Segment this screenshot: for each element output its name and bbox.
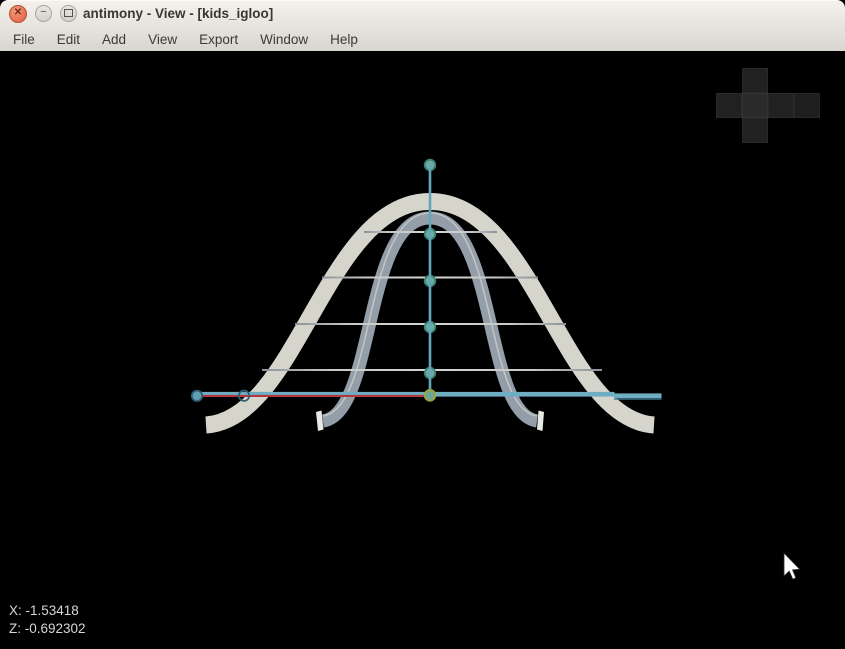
- view-cube-face-bottom[interactable]: [742, 118, 768, 143]
- window-header: ✕ − antimony - View - [kids_igloo] File …: [0, 0, 845, 51]
- minimize-icon: −: [40, 6, 47, 18]
- base-axis-underline: [614, 398, 662, 400]
- window-title: antimony - View - [kids_igloo]: [83, 6, 274, 21]
- coordinate-z: Z: -0.692302: [9, 620, 86, 636]
- minimize-button[interactable]: −: [35, 5, 52, 22]
- antimony-window: ✕ − antimony - View - [kids_igloo] File …: [0, 0, 845, 649]
- cursor-coordinates: X: -1.53418 Z: -0.692302: [9, 602, 86, 637]
- view-cube-face-front[interactable]: [742, 93, 768, 118]
- close-button[interactable]: ✕: [9, 4, 27, 23]
- base-axis-line-right[interactable]: [614, 393, 662, 399]
- close-icon: ✕: [13, 7, 23, 18]
- view-cube-face-right[interactable]: [768, 93, 794, 118]
- inner-arch-foot-tab-left: [316, 410, 324, 431]
- menu-edit[interactable]: Edit: [46, 29, 91, 50]
- maximize-icon: [64, 8, 73, 17]
- menu-export[interactable]: Export: [188, 29, 249, 50]
- menu-view[interactable]: View: [137, 29, 188, 50]
- menu-file[interactable]: File: [2, 29, 46, 50]
- maximize-button[interactable]: [60, 5, 77, 22]
- menu-add[interactable]: Add: [91, 29, 137, 50]
- coordinate-x: X: -1.53418: [9, 603, 79, 618]
- titlebar[interactable]: ✕ − antimony - View - [kids_igloo]: [0, 0, 845, 27]
- menubar: File Edit Add View Export Window Help: [0, 27, 845, 51]
- vertical-axis-line[interactable]: [428, 165, 432, 395]
- control-point-base-left[interactable]: [190, 389, 204, 402]
- view-cube-widget[interactable]: [716, 68, 820, 143]
- red-axis-line[interactable]: [197, 394, 429, 397]
- view-cube-face-left[interactable]: [716, 93, 742, 118]
- mouse-cursor-icon: [783, 552, 801, 580]
- inner-arch-foot-tab-right: [537, 410, 544, 431]
- view-cube-face-back[interactable]: [794, 93, 820, 118]
- selected-control-point[interactable]: [423, 389, 437, 402]
- menu-help[interactable]: Help: [319, 29, 369, 50]
- viewport-canvas[interactable]: X: -1.53418 Z: -0.692302: [0, 51, 845, 649]
- view-cube-face-top[interactable]: [742, 68, 768, 93]
- menu-window[interactable]: Window: [249, 29, 319, 50]
